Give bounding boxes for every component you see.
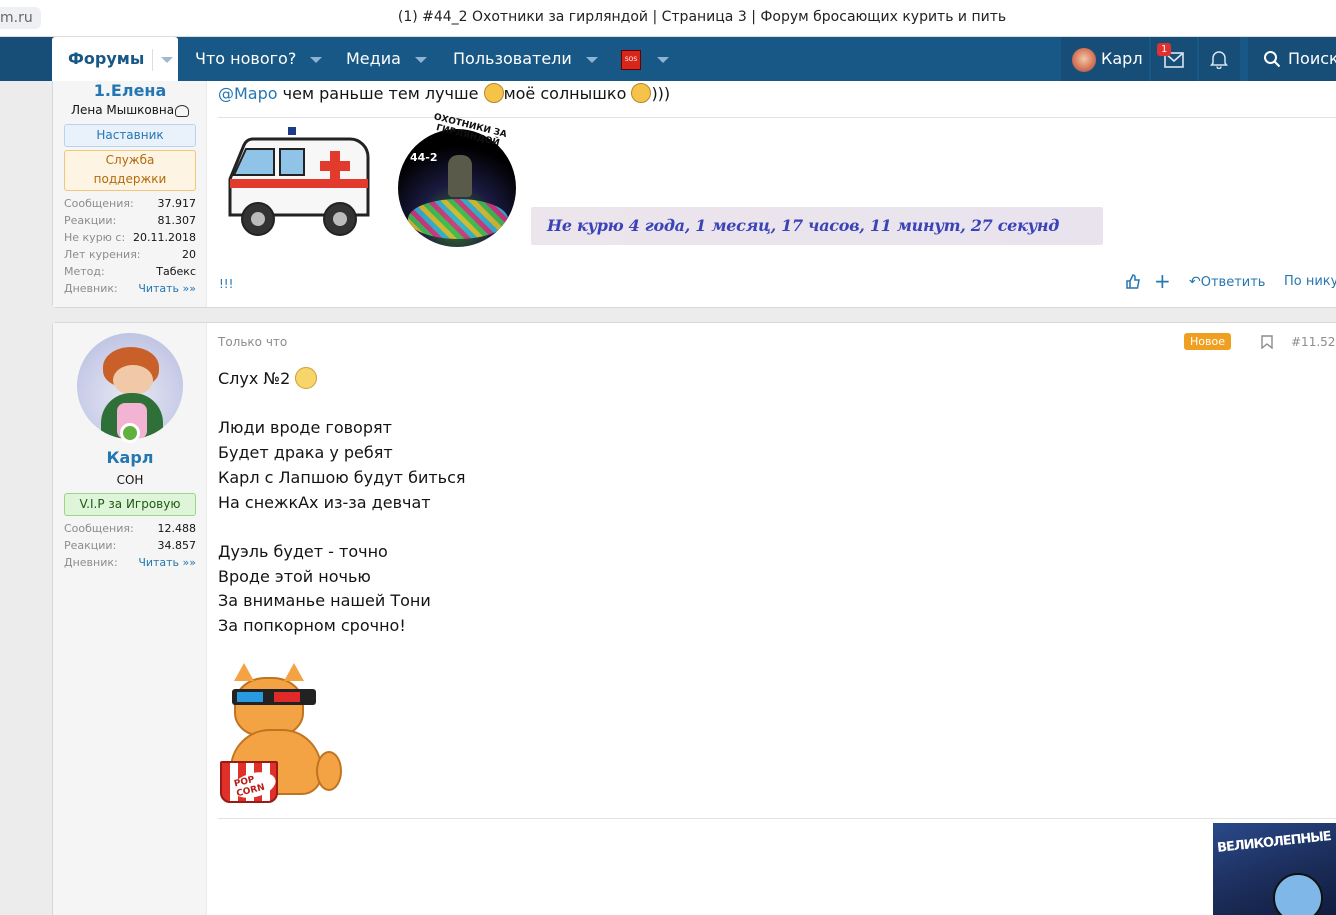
post-footer-marks: !!!	[219, 277, 234, 291]
plus-icon[interactable]: +	[1154, 269, 1171, 293]
cat-popcorn-sticker: POP CORN	[220, 663, 344, 803]
message-title: Слух №2	[218, 367, 466, 392]
banner-vip: V.I.P за Игровую	[64, 493, 196, 516]
new-badge: Новое	[1184, 333, 1231, 350]
like-icon[interactable]	[1125, 274, 1141, 290]
eye-roll-emoji-icon	[295, 367, 318, 389]
post-content: @Маро чем раньше тем лучше моё солнышко …	[218, 81, 1336, 307]
account-button[interactable]: Карл	[1061, 37, 1149, 81]
group-logo-number: 44-2	[410, 151, 438, 164]
browser-tab-strip: m.ru (1) #44_2 Охотники за гирляндой | С…	[0, 0, 1336, 37]
nav-tab-media-label: Медиа	[346, 49, 401, 68]
chevron-down-icon[interactable]	[310, 56, 323, 63]
post-1-elena: 1.Елена Лена Мышковна Наставник Служба п…	[52, 81, 1336, 308]
verse-line: Карл с Лапшою будут биться	[218, 467, 466, 487]
online-status-icon	[120, 423, 140, 443]
diary-link[interactable]: Читать »»	[138, 554, 196, 571]
username-karl[interactable]: Карл	[53, 448, 207, 467]
banner-support: Служба поддержки	[64, 150, 196, 191]
chevron-down-icon[interactable]	[161, 56, 174, 63]
verse-line: Люди вроде говорят	[218, 418, 392, 438]
popcorn-label: POP CORN	[229, 768, 279, 802]
reply-button[interactable]: ↶Ответить	[1189, 274, 1265, 290]
sos-icon: SOS	[621, 49, 641, 70]
user-stats: Сообщения: 12.488 Реакции: 34.857 Дневник:…	[64, 522, 196, 571]
inbox-button[interactable]: 1	[1151, 37, 1197, 81]
nav-tab-whats-new-label: Что нового?	[195, 49, 297, 68]
verse-line: Вроде этой ночью	[218, 566, 371, 586]
user-cell: Карл СОН V.I.P за Игровую Сообщения: 12.4…	[53, 323, 207, 915]
post-time[interactable]: Только что	[218, 335, 287, 349]
comic-image-caption: ВЕЛИКОЛЕПНЫЕ	[1216, 829, 1332, 856]
by-nickname-button[interactable]: По нику	[1284, 274, 1336, 289]
verse-line: Дуэль будет - точно	[218, 541, 388, 561]
chevron-down-icon[interactable]	[585, 56, 598, 63]
hug-emoji-icon	[631, 83, 652, 103]
user-title: Лена Мышковна	[53, 103, 207, 117]
post-content: Только что Новое #11.528 Слух №2 Люди вр…	[218, 323, 1336, 915]
inbox-count-badge: 1	[1157, 43, 1172, 56]
alerts-button[interactable]	[1199, 37, 1240, 81]
avatar	[1072, 48, 1096, 72]
bookmark-icon[interactable]	[1261, 335, 1273, 349]
mention-link[interactable]: @Маро	[218, 84, 278, 103]
nav-tab-users[interactable]: Пользователи	[453, 37, 598, 81]
banner-mentor: Наставник	[64, 124, 196, 147]
nav-tab-forums[interactable]: Форумы	[52, 37, 178, 81]
3d-glasses-icon	[232, 689, 316, 705]
search-label: Поиск	[1288, 49, 1336, 68]
nav-tab-whats-new[interactable]: Что нового?	[195, 37, 323, 81]
post-2-karl: Карл СОН V.I.P за Игровую Сообщения: 12.4…	[52, 322, 1336, 915]
quit-counter-banner: Не курю 4 года, 1 месяц, 17 часов, 11 ми…	[531, 207, 1103, 245]
user-title: СОН	[116, 473, 144, 487]
reply-icon: ↶	[1189, 274, 1201, 290]
message-body: Слух №2 Люди вроде говорят Будет драка у…	[218, 367, 466, 639]
main-nav: Форумы Что нового? Медиа Пользователи SO…	[0, 37, 1336, 81]
user-cell: 1.Елена Лена Мышковна Наставник Служба п…	[53, 81, 207, 307]
nav-tab-media[interactable]: Медиа	[346, 37, 427, 81]
chevron-down-icon[interactable]	[414, 56, 427, 63]
diary-link[interactable]: Читать »»	[138, 280, 196, 297]
ambulance-image	[228, 127, 370, 236]
post-number[interactable]: #11.528	[1291, 335, 1336, 349]
nav-tab-sos[interactable]: SOS	[621, 37, 669, 81]
verse-line: За вниманье нашей Тони	[218, 591, 431, 611]
hug-emoji-icon	[483, 83, 504, 103]
search-icon	[1264, 51, 1281, 68]
window-title: (1) #44_2 Охотники за гирляндой | Страни…	[397, 9, 1007, 25]
nav-tab-forums-label: Форумы	[68, 49, 145, 68]
username-elena[interactable]: 1.Елена	[53, 81, 207, 100]
verse-line: Будет драка у ребят	[218, 443, 393, 463]
verse-line: За попкорном срочно!	[218, 616, 406, 635]
account-name: Карл	[1101, 49, 1143, 68]
comic-image: ВЕЛИКОЛЕПНЫЕ	[1213, 823, 1336, 915]
group-logo-image: 44-2 ОХОТНИКИ ЗА ГИРЛЯНДОЙ	[384, 112, 530, 247]
bell-icon	[1210, 51, 1228, 69]
user-stats: Сообщения: 37.917 Реакции: 81.307 Не курю …	[64, 197, 196, 297]
verse-line: На снежкАх из-за девчат	[218, 492, 431, 512]
message-body: @Маро чем раньше тем лучше моё солнышко …	[218, 83, 671, 103]
horse-icon	[175, 104, 190, 117]
nav-tab-users-label: Пользователи	[453, 49, 572, 68]
chevron-down-icon[interactable]	[657, 56, 669, 63]
search-button[interactable]: Поиск	[1248, 37, 1336, 81]
popcorn-bucket: POP CORN	[220, 761, 279, 803]
quit-counter-text: Не курю 4 года, 1 месяц, 17 часов, 11 ми…	[547, 216, 1060, 235]
